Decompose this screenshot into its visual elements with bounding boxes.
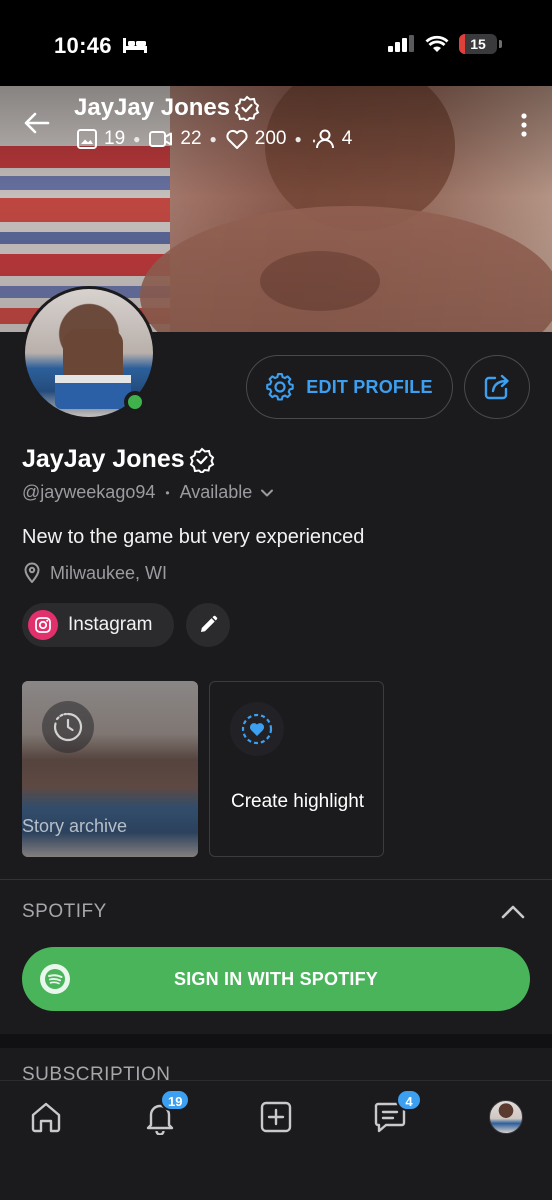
videos-count: 22: [180, 128, 202, 149]
section-gap: [0, 1034, 552, 1048]
location-text: Milwaukee, WI: [50, 562, 168, 583]
back-arrow-icon[interactable]: [22, 108, 52, 138]
profile-name: JayJay Jones: [22, 445, 215, 474]
heart-icon: [226, 129, 248, 149]
profile-tab-avatar: [489, 1100, 523, 1134]
video-icon: [149, 131, 173, 147]
edit-profile-label: EDIT PROFILE: [306, 376, 433, 397]
status-time: 10:46: [54, 33, 112, 58]
instagram-label: Instagram: [68, 614, 153, 635]
online-status-indicator: [124, 391, 146, 413]
share-icon: [484, 374, 509, 400]
profile-location: Milwaukee, WI: [22, 562, 167, 584]
subscribers-stat: 4: [310, 128, 353, 150]
profile-handle-row: @jayweekago94 • Available: [22, 482, 274, 503]
instagram-icon: [28, 610, 58, 640]
tab-home[interactable]: [18, 1095, 74, 1139]
status-bar: 10:46 15: [0, 0, 552, 86]
pencil-icon: [201, 615, 218, 632]
bed-icon: [123, 38, 147, 53]
bottom-tab-bar: 19 4: [0, 1080, 552, 1200]
more-options-icon[interactable]: [520, 112, 528, 138]
chevron-down-icon: [261, 489, 274, 496]
gear-icon: [266, 373, 295, 401]
videos-stat: 22: [148, 128, 202, 150]
tab-create-post[interactable]: [248, 1095, 304, 1139]
likes-stat: 200: [225, 128, 287, 150]
stat-separator: ●: [133, 132, 141, 146]
battery-indicator: 15: [459, 34, 497, 54]
avatar-figure: [63, 329, 123, 379]
verified-badge-icon: [189, 447, 214, 473]
spotify-signin-label: SIGN IN WITH SPOTIFY: [173, 968, 378, 989]
home-icon: [31, 1102, 61, 1133]
subscribers-count: 4: [341, 128, 353, 149]
edit-profile-button[interactable]: EDIT PROFILE: [246, 355, 453, 419]
subscribers-icon: [312, 129, 334, 149]
handle-separator: •: [165, 485, 170, 500]
stat-separator: ●: [209, 132, 217, 146]
highlight-heart-icon: [230, 702, 284, 756]
story-archive-history-icon: [42, 701, 94, 753]
chevron-up-icon[interactable]: [500, 902, 526, 922]
profile-bio: New to the game but very experienced: [22, 526, 365, 548]
stat-separator: ●: [294, 132, 302, 146]
spotify-signin-button[interactable]: SIGN IN WITH SPOTIFY: [22, 947, 530, 1011]
share-profile-button[interactable]: [464, 355, 530, 419]
verified-badge-icon: [234, 95, 260, 121]
story-archive-label: Story archive: [22, 816, 128, 836]
add-post-icon: [260, 1101, 292, 1133]
cover-name-text: JayJay Jones: [74, 94, 231, 121]
location-pin-icon: [24, 562, 40, 583]
tab-profile[interactable]: [478, 1095, 534, 1139]
battery-cap: [499, 40, 502, 48]
image-icon: [77, 129, 97, 149]
cover-name: JayJay Jones: [74, 94, 260, 122]
tab-messages[interactable]: 4: [362, 1089, 422, 1139]
wifi-icon: [425, 35, 449, 52]
availability-label: Available: [179, 482, 253, 502]
section-divider: [0, 879, 552, 880]
profile-name-text: JayJay Jones: [22, 445, 185, 473]
photos-stat: 19: [76, 128, 125, 150]
tab-notifications[interactable]: 19: [132, 1089, 191, 1139]
edit-links-button[interactable]: [186, 603, 230, 647]
likes-count: 200: [254, 128, 287, 149]
signal-icon: [388, 35, 414, 52]
battery-level: 15: [470, 36, 486, 52]
availability-dropdown[interactable]: Available: [180, 482, 275, 503]
messages-badge: 4: [396, 1089, 422, 1111]
avatar-figure-band: [55, 375, 131, 383]
create-highlight-label: Create highlight: [231, 791, 365, 812]
cover-stats: 19 ● 22 ● 200 ● 4: [76, 128, 352, 150]
instagram-link[interactable]: Instagram: [22, 603, 174, 647]
spotify-section-title: SPOTIFY: [22, 901, 107, 922]
notifications-badge: 19: [160, 1089, 191, 1111]
profile-handle: @jayweekago94: [22, 482, 156, 502]
photos-count: 19: [104, 128, 126, 149]
spotify-icon: [40, 964, 70, 994]
create-highlight-card[interactable]: Create highlight: [209, 681, 384, 857]
